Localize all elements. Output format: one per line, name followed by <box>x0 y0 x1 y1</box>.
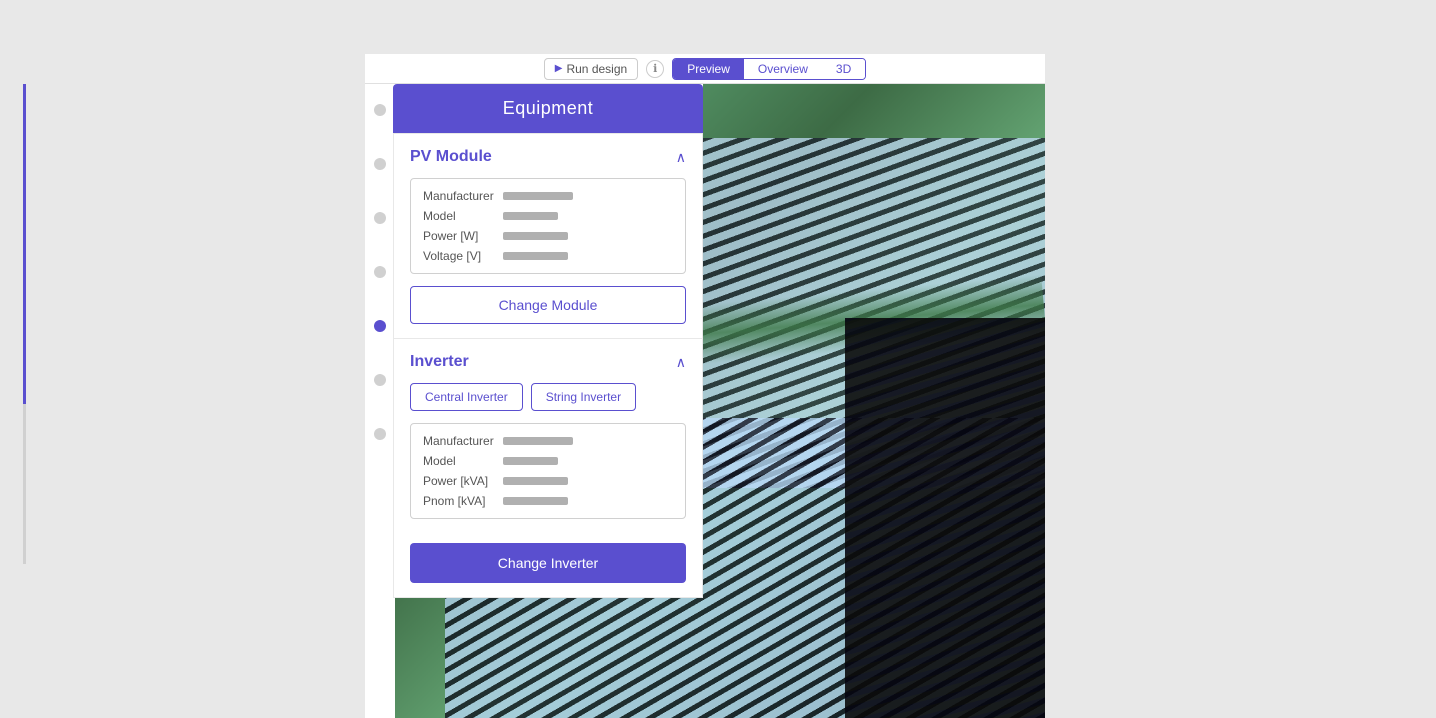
pv-module-header: PV Module ∧ <box>410 148 686 166</box>
pv-module-collapse-icon[interactable]: ∧ <box>676 149 686 166</box>
pv-manufacturer-row: Manufacturer <box>423 189 673 203</box>
left-sidebar <box>365 84 395 718</box>
pv-module-title: PV Module <box>410 148 492 166</box>
pv-power-value <box>503 232 568 240</box>
pv-voltage-value <box>503 252 568 260</box>
string-inverter-button[interactable]: String Inverter <box>531 383 636 411</box>
tab-overview[interactable]: Overview <box>744 59 822 79</box>
sidebar-dot-5[interactable] <box>374 320 386 332</box>
inverter-collapse-icon[interactable]: ∧ <box>676 354 686 371</box>
inv-model-label: Model <box>423 454 503 468</box>
pv-power-label: Power [W] <box>423 229 503 243</box>
sidebar-dot-1[interactable] <box>374 104 386 116</box>
pv-manufacturer-label: Manufacturer <box>423 189 503 203</box>
inv-power-row: Power [kVA] <box>423 474 673 488</box>
sidebar-dot-7[interactable] <box>374 428 386 440</box>
sidebar-dot-3[interactable] <box>374 212 386 224</box>
equipment-panel: Equipment PV Module ∧ Manufacturer Model… <box>393 84 703 598</box>
inv-pnom-row: Pnom [kVA] <box>423 494 673 508</box>
pv-model-row: Model <box>423 209 673 223</box>
inv-power-label: Power [kVA] <box>423 474 503 488</box>
inv-manufacturer-value <box>503 437 573 445</box>
sidebar-dot-4[interactable] <box>374 266 386 278</box>
view-tabs: Preview Overview 3D <box>672 58 866 80</box>
equipment-title: Equipment <box>503 98 594 118</box>
run-design-label: Run design <box>566 62 627 76</box>
inverter-type-buttons: Central Inverter String Inverter <box>410 383 686 411</box>
top-bar: ▶ Run design ℹ Preview Overview 3D <box>365 54 1045 84</box>
change-inverter-button[interactable]: Change Inverter <box>410 543 686 583</box>
pv-model-value <box>503 212 558 220</box>
sidebar-line-active <box>23 84 26 404</box>
pv-voltage-label: Voltage [V] <box>423 249 503 263</box>
inverter-header: Inverter ∧ <box>410 353 686 371</box>
inv-model-row: Model <box>423 454 673 468</box>
pv-module-info-card: Manufacturer Model Power [W] Voltage [V] <box>410 178 686 274</box>
inv-manufacturer-label: Manufacturer <box>423 434 503 448</box>
equipment-header: Equipment <box>393 84 703 133</box>
pv-voltage-row: Voltage [V] <box>423 249 673 263</box>
info-icon: ℹ <box>653 62 657 75</box>
inverter-section: Inverter ∧ Central Inverter String Inver… <box>393 339 703 598</box>
inverter-info-card: Manufacturer Model Power [kVA] Pnom [kVA… <box>410 423 686 519</box>
pv-power-row: Power [W] <box>423 229 673 243</box>
pv-model-label: Model <box>423 209 503 223</box>
run-design-button[interactable]: ▶ Run design <box>544 58 638 80</box>
play-icon: ▶ <box>555 63 563 74</box>
inverter-title: Inverter <box>410 353 469 371</box>
tab-preview[interactable]: Preview <box>673 59 744 79</box>
inv-pnom-value <box>503 497 568 505</box>
inv-power-value <box>503 477 568 485</box>
pv-manufacturer-value <box>503 192 573 200</box>
info-button[interactable]: ℹ <box>646 60 664 78</box>
central-inverter-button[interactable]: Central Inverter <box>410 383 523 411</box>
tab-3d[interactable]: 3D <box>822 59 865 79</box>
inv-pnom-label: Pnom [kVA] <box>423 494 503 508</box>
sidebar-dot-6[interactable] <box>374 374 386 386</box>
change-module-button[interactable]: Change Module <box>410 286 686 324</box>
pv-module-section: PV Module ∧ Manufacturer Model Power [W]… <box>393 133 703 339</box>
sidebar-dot-2[interactable] <box>374 158 386 170</box>
inv-manufacturer-row: Manufacturer <box>423 434 673 448</box>
inv-model-value <box>503 457 558 465</box>
